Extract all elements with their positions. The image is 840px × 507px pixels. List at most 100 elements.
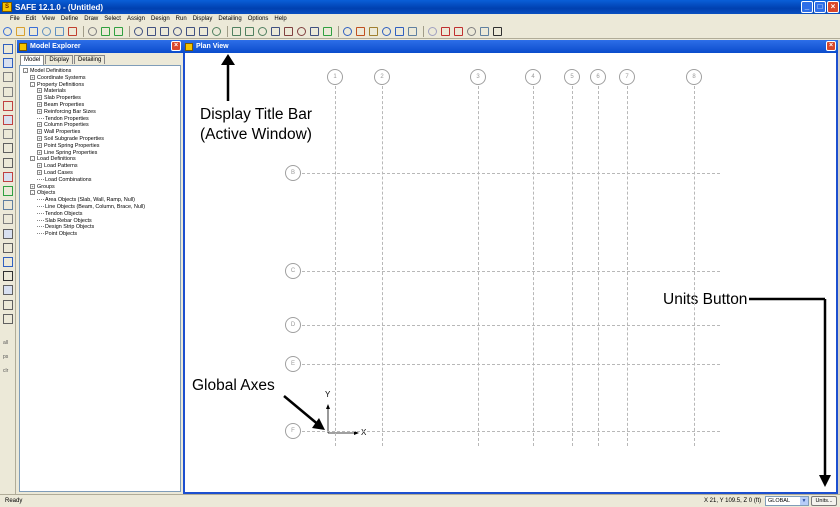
plan-view-title-bar[interactable]: Plan View ×	[183, 40, 838, 53]
tree-node[interactable]: Tendon Properties	[20, 116, 180, 123]
draw-wall-grid-icon[interactable]	[3, 171, 13, 182]
expand-icon[interactable]: +	[30, 74, 35, 80]
tree-node[interactable]: + Load Cases	[20, 170, 180, 177]
draw-design-strip-icon[interactable]	[3, 257, 13, 267]
grid-bubble-x[interactable]: 3	[470, 69, 486, 85]
tree-node[interactable]: + Groups	[20, 184, 180, 191]
plan-view-icon[interactable]	[231, 26, 242, 37]
grid-bubble-x[interactable]: 5	[564, 69, 580, 85]
rebar-icon[interactable]	[453, 26, 464, 37]
tree-node[interactable]: + Wall Properties	[20, 129, 180, 136]
expand-icon[interactable]: +	[37, 108, 42, 114]
grid-bubble-y[interactable]: C	[285, 263, 301, 279]
triangle-icon[interactable]	[368, 26, 379, 37]
expand-icon[interactable]: +	[37, 122, 42, 128]
lock-icon[interactable]	[87, 26, 98, 37]
tree-node[interactable]: + Materials	[20, 88, 180, 95]
units-button[interactable]: Units...	[811, 496, 837, 506]
slab-design-icon[interactable]	[427, 26, 438, 37]
tree-node[interactable]: + Beam Properties	[20, 102, 180, 109]
draw-wall-icon[interactable]	[3, 129, 13, 140]
pointer-icon[interactable]	[381, 26, 392, 37]
tab-model[interactable]: Model	[20, 55, 45, 65]
expand-icon[interactable]: +	[37, 102, 42, 108]
table-icon[interactable]	[407, 26, 418, 37]
grid-bubble-x[interactable]: 7	[619, 69, 635, 85]
tree-node[interactable]: Slab Rebar Objects	[20, 218, 180, 225]
grid-bubble-y[interactable]: E	[285, 356, 301, 372]
expand-icon[interactable]: +	[37, 149, 42, 155]
grid-bubble-x[interactable]: 1	[327, 69, 343, 85]
zoom-window-icon[interactable]	[133, 26, 144, 37]
draw-rebar-icon[interactable]	[3, 242, 13, 253]
all-select-icon[interactable]	[3, 271, 13, 282]
menu-help[interactable]: Help	[274, 16, 286, 22]
menu-design[interactable]: Design	[151, 16, 170, 22]
collapse-icon[interactable]: -	[30, 156, 35, 162]
expand-icon[interactable]: +	[37, 170, 42, 176]
minimize-button[interactable]: _	[801, 1, 813, 13]
menu-edit[interactable]: Edit	[26, 16, 36, 22]
expand-icon[interactable]: +	[37, 142, 42, 148]
tree-node[interactable]: Point Objects	[20, 231, 180, 238]
draw-column-icon[interactable]	[3, 115, 13, 125]
step-run-icon[interactable]	[113, 26, 124, 37]
tree-node[interactable]: + Slab Properties	[20, 95, 180, 102]
view-icon[interactable]	[479, 26, 490, 37]
grid-bubble-y[interactable]: D	[285, 317, 301, 333]
tree-node[interactable]: - Property Definitions	[20, 82, 180, 89]
draw-poly-icon[interactable]	[3, 157, 13, 168]
menu-file[interactable]: File	[10, 16, 20, 22]
draw-slab-icon[interactable]	[3, 72, 13, 83]
save-icon[interactable]	[28, 26, 39, 37]
tree-node[interactable]: Tendon Objects	[20, 211, 180, 218]
pan-icon[interactable]	[198, 26, 209, 37]
tree-node[interactable]: Line Objects (Beam, Column, Brace, Null)	[20, 204, 180, 211]
expand-icon[interactable]: +	[37, 136, 42, 142]
tree-node[interactable]: Area Objects (Slab, Wall, Ramp, Null)	[20, 197, 180, 204]
tree-node[interactable]: Load Combinations	[20, 177, 180, 184]
plan-view-close-button[interactable]: ×	[826, 41, 836, 51]
draw-beam-icon[interactable]	[3, 100, 13, 111]
tab-detailing[interactable]: Detailing	[74, 55, 106, 64]
pointer-reshape-icon[interactable]	[3, 58, 13, 69]
draw-rectangle-icon[interactable]	[3, 86, 13, 97]
zoom-in-icon[interactable]	[146, 26, 157, 37]
3d-view-icon[interactable]	[211, 26, 222, 37]
chevron-down-icon[interactable]: ▼	[800, 497, 808, 505]
shrink-icon[interactable]	[309, 26, 320, 37]
menu-define[interactable]: Define	[61, 16, 78, 22]
draw-tendon-icon[interactable]	[3, 228, 13, 239]
select-pointer-icon[interactable]	[3, 44, 13, 54]
grid-bubble-x[interactable]: 4	[525, 69, 541, 85]
circle-icon[interactable]	[342, 26, 353, 37]
grid-bubble-y[interactable]: F	[285, 423, 301, 439]
expand-icon[interactable]: +	[37, 88, 42, 94]
line-icon[interactable]	[394, 26, 405, 37]
new-file-icon[interactable]	[2, 26, 13, 37]
rotate-icon[interactable]	[257, 26, 268, 37]
coordinate-system-select[interactable]: GLOBAL ▼	[765, 496, 809, 506]
draw-strip-icon[interactable]	[3, 200, 13, 211]
run-icon[interactable]	[100, 26, 111, 37]
strip-icon[interactable]	[440, 26, 451, 37]
close-button[interactable]: ×	[827, 1, 839, 13]
grid-bubble-x[interactable]: 2	[374, 69, 390, 85]
expand-icon[interactable]: +	[30, 183, 35, 189]
menu-detailing[interactable]: Detailing	[218, 16, 241, 22]
open-folder-icon[interactable]	[15, 26, 26, 37]
collapse-icon[interactable]: -	[30, 81, 35, 87]
undo-icon[interactable]	[41, 26, 52, 37]
tree-node[interactable]: - Objects	[20, 190, 180, 197]
tab-display[interactable]: Display	[45, 55, 74, 64]
menu-select[interactable]: Select	[104, 16, 121, 22]
set-display-options-icon[interactable]	[270, 26, 281, 37]
prev-select-icon[interactable]	[3, 285, 13, 296]
expand-icon[interactable]: +	[37, 95, 42, 101]
menu-assign[interactable]: Assign	[127, 16, 145, 22]
grid-icon[interactable]	[466, 26, 477, 37]
quick-draw-icon[interactable]	[3, 186, 13, 196]
tree-node[interactable]: + Line Spring Properties	[20, 150, 180, 157]
clear-select-icon[interactable]	[3, 299, 13, 310]
tree-node[interactable]: - Model Definitions	[20, 68, 180, 75]
